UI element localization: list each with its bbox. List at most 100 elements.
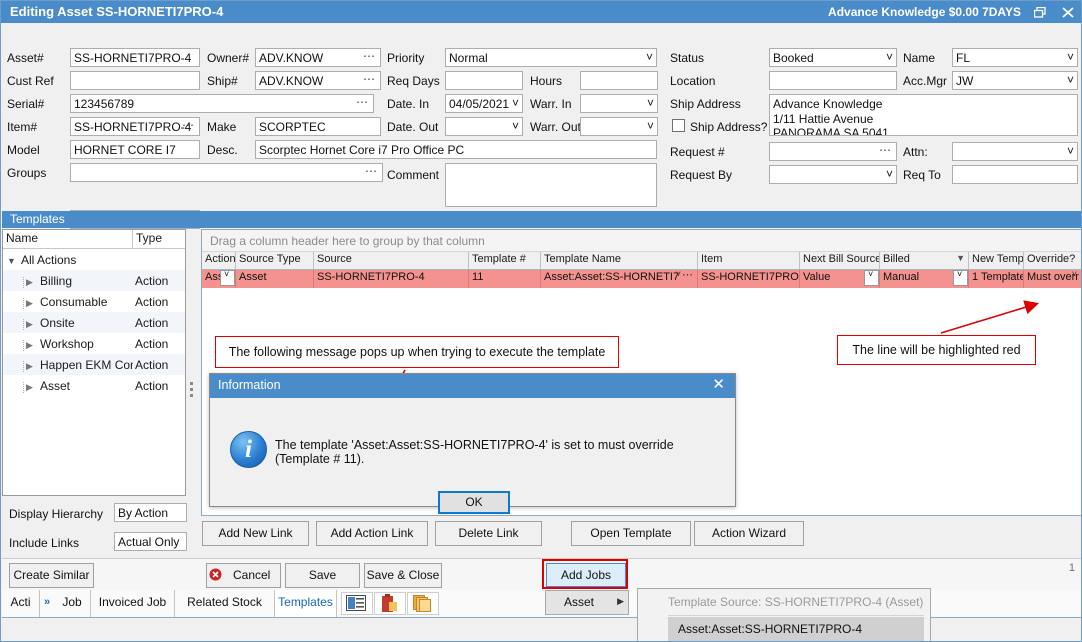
grid-col-item[interactable]: Item	[698, 252, 800, 269]
chevron-down-icon[interactable]: ˅	[953, 270, 968, 286]
triangle-right-icon[interactable]: ▶	[23, 318, 40, 330]
make-field[interactable]: SCORPTEC	[255, 117, 381, 136]
tree-row[interactable]: ▶ Asset Action	[3, 375, 185, 396]
panel-splitter[interactable]	[187, 379, 195, 415]
cell-template-name[interactable]: Asset:Asset:SS-HORNETI7 ˅ ⋯	[541, 270, 698, 288]
grid-col-next-bill-source[interactable]: Next Bill Source	[800, 252, 880, 269]
model-field[interactable]: HORNET CORE I7	[70, 140, 200, 159]
date-out-field[interactable]: ˅	[445, 117, 523, 136]
tree-row[interactable]: ▼ All Actions	[3, 249, 185, 270]
acc-mgr-field[interactable]: JW ˅	[952, 71, 1078, 90]
chevron-down-icon[interactable]: ˅	[1067, 49, 1074, 65]
triangle-right-icon[interactable]: ▶	[23, 381, 40, 393]
tree-row[interactable]: ▶ Workshop Action	[3, 333, 185, 354]
ellipsis-icon[interactable]: ⋯	[365, 164, 378, 179]
chevron-double-right-icon[interactable]: »	[40, 590, 54, 617]
create-similar-button[interactable]: Create Similar	[9, 563, 94, 588]
req-days-field[interactable]	[445, 71, 523, 90]
priority-field[interactable]: Normal ˅	[445, 48, 657, 67]
triangle-down-icon[interactable]: ▼	[7, 256, 21, 266]
tree-row[interactable]: ▶ Onsite Action	[3, 312, 185, 333]
triangle-right-icon[interactable]: ▶	[23, 339, 40, 351]
tree-col-name[interactable]: Name	[3, 230, 133, 248]
include-links-field[interactable]: Actual Only	[114, 532, 187, 551]
cell-action[interactable]: Ass ˅	[202, 270, 236, 288]
submenu-item-asset-template[interactable]: Asset:Asset:SS-HORNETI7PRO-4	[668, 617, 924, 641]
triangle-right-icon[interactable]: ▶	[23, 276, 40, 288]
cancel-button[interactable]: Cancel	[206, 563, 281, 588]
grid-col-override[interactable]: Override?	[1024, 252, 1079, 269]
name-field[interactable]: FL ˅	[952, 48, 1078, 67]
comment-field[interactable]	[445, 163, 657, 207]
tree-col-type[interactable]: Type	[133, 230, 185, 248]
tab-templates[interactable]: Templates	[275, 590, 337, 617]
restore-icon[interactable]	[1025, 1, 1053, 23]
cust-ref-field[interactable]	[70, 71, 200, 90]
tab-invoiced-job[interactable]: Invoiced Job	[91, 590, 175, 617]
close-icon[interactable]: ✕	[712, 377, 725, 392]
ellipsis-icon[interactable]: ⋯	[1008, 270, 1020, 281]
triangle-right-icon[interactable]: ▶	[23, 297, 40, 309]
chevron-down-icon[interactable]: ˅	[512, 95, 519, 111]
chevron-down-icon[interactable]: ˅	[864, 270, 879, 286]
asset-no-field[interactable]: SS-HORNETI7PRO-4	[70, 48, 200, 67]
chevron-down-icon[interactable]: ˅	[646, 49, 653, 65]
chevron-down-icon[interactable]: ˅	[647, 95, 654, 111]
request-by-field[interactable]: ˅	[769, 165, 897, 184]
groups-field[interactable]: ⋯	[70, 163, 383, 182]
grid-col-template-name[interactable]: Template Name	[541, 252, 698, 269]
notes-icon[interactable]	[341, 592, 373, 615]
status-field[interactable]: Booked ˅	[769, 48, 897, 67]
chevron-down-icon[interactable]: ˅	[1067, 72, 1074, 88]
request-no-field[interactable]: ⋯	[769, 142, 897, 161]
ship-address-field[interactable]: Advance Knowledge 1/11 Hattie Avenue PAN…	[769, 94, 1078, 136]
ok-button[interactable]: OK	[438, 491, 510, 514]
delete-link-button[interactable]: Delete Link	[435, 521, 542, 546]
menu-item-asset[interactable]: Asset ▶	[545, 590, 629, 615]
chevron-down-icon[interactable]: ˅	[886, 49, 893, 65]
warr-out-field[interactable]: ˅	[580, 117, 658, 136]
table-row[interactable]: Ass ˅ Asset SS-HORNETI7PRO-4 11 Asset:Ass…	[202, 270, 1081, 288]
hours-field[interactable]	[580, 71, 658, 90]
close-icon[interactable]	[1053, 1, 1081, 23]
actions-tree[interactable]: Name Type ▼ All Actions ▶ Billing Action ▶ Con…	[2, 229, 186, 496]
chevron-down-icon[interactable]: ˅	[220, 270, 235, 286]
tree-row[interactable]: ▶ Happen EKM Con Action	[3, 354, 185, 375]
ellipsis-icon[interactable]: ⋯	[182, 118, 195, 133]
grid-group-panel[interactable]: Drag a column header here to group by th…	[202, 230, 1081, 252]
grid-col-action[interactable]: Action	[202, 252, 236, 269]
ship-address-checkbox[interactable]	[672, 119, 685, 132]
triangle-right-icon[interactable]: ▶	[23, 360, 40, 372]
cell-template-no[interactable]: 11	[469, 270, 541, 288]
display-hierarchy-field[interactable]: By Action	[114, 503, 187, 522]
cell-new-template-includes[interactable]: 1 Template ⋯	[969, 270, 1024, 288]
tab-related-stock[interactable]: Related Stock	[175, 590, 275, 617]
grid-col-template-no[interactable]: Template #	[469, 252, 541, 269]
attn-field[interactable]: ˅	[952, 142, 1078, 161]
action-wizard-button[interactable]: Action Wizard	[694, 521, 804, 546]
grid-col-billed[interactable]: Billed ▼	[880, 252, 969, 269]
ellipsis-icon[interactable]: ⋯	[879, 143, 892, 158]
req-to-field[interactable]	[952, 165, 1078, 184]
tree-row[interactable]: ▶ Billing Action	[3, 270, 185, 291]
ellipsis-icon[interactable]: ⋯	[363, 49, 376, 64]
chevron-down-icon[interactable]: ˅	[647, 118, 654, 134]
tree-row[interactable]: ▶ Consumable Action	[3, 291, 185, 312]
desc-field[interactable]: Scorptec Hornet Core i7 Pro Office PC	[255, 140, 657, 159]
add-action-link-button[interactable]: Add Action Link	[316, 521, 428, 546]
grid-col-new-template-includes[interactable]: New Template Includes	[969, 252, 1024, 269]
location-field[interactable]	[769, 71, 897, 90]
ellipsis-icon[interactable]: ⋯	[363, 72, 376, 87]
chevron-down-icon[interactable]: ˅	[886, 166, 893, 182]
cell-override[interactable]: Must overr ˅	[1024, 270, 1079, 288]
filter-icon[interactable]: ▼	[956, 253, 965, 263]
cell-next-bill-source[interactable]: Value ˅	[800, 270, 880, 288]
cell-billed[interactable]: Manual ˅	[880, 270, 969, 288]
open-template-button[interactable]: Open Template	[571, 521, 691, 546]
grid-col-source[interactable]: Source	[314, 252, 469, 269]
ellipsis-icon[interactable]: ⋯	[356, 95, 369, 110]
chevron-down-icon[interactable]: ˅	[512, 118, 519, 134]
owner-field[interactable]: ADV.KNOW ⋯	[255, 48, 381, 67]
add-jobs-button[interactable]: Add Jobs	[546, 563, 626, 587]
cell-source-type[interactable]: Asset	[236, 270, 314, 288]
